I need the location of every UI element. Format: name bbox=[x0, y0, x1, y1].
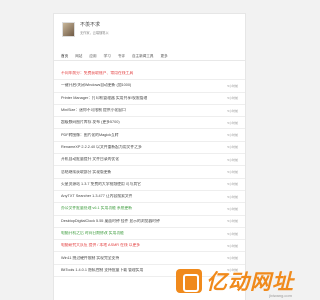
tab-apps[interactable]: 应用 bbox=[89, 51, 96, 60]
list-item-title[interactable]: MiniSize：迷你不可限制 提供小化窗口 bbox=[61, 108, 126, 113]
list-item-time: 5小时前 bbox=[227, 157, 238, 162]
list-item[interactable]: Win11 绕过硬件限制 实现完全支持 5小时前 bbox=[54, 252, 245, 265]
watermark-text: 亿动网址 bbox=[206, 271, 294, 294]
list-item-time: 5小时前 bbox=[227, 96, 238, 101]
tab-websites[interactable]: 网站 bbox=[75, 51, 82, 60]
list-item-time: 5小时前 bbox=[227, 145, 238, 150]
list-item-time: 5小时前 bbox=[227, 170, 238, 175]
list-item-time: 5小时前 bbox=[227, 256, 238, 261]
avatar[interactable] bbox=[62, 22, 75, 37]
list-item-time: 5小时前 bbox=[227, 108, 238, 113]
list-item-title[interactable]: 开机自动批量提升 文件目录的优化 bbox=[61, 157, 119, 162]
list-item-time: 5小时前 bbox=[227, 182, 238, 187]
list-item[interactable]: 开机自动批量提升 文件目录的优化 5小时前 bbox=[54, 154, 245, 167]
watermark-subtext: jixiwang.com bbox=[269, 293, 292, 298]
list-item-time: 5小时前 bbox=[227, 120, 238, 125]
list-item-time: 5小时前 bbox=[227, 206, 238, 211]
list-item-title[interactable]: 电脑开机之后 时间日期修改 实用功能 bbox=[61, 231, 124, 236]
list-item[interactable]: 办公文件批量处理 v6.1 实用功能 系统更新 5小时前 bbox=[54, 203, 245, 216]
list-item[interactable]: PDF转图像：图片化的Magick互转 5小时前 bbox=[54, 129, 245, 142]
list-item[interactable]: 火星资源站 1.3.7 免费的大学视频使用 可与其它 5小时前 bbox=[54, 179, 245, 191]
list-item[interactable]: MiniSize：迷你不可限制 提供小化窗口 5小时前 bbox=[54, 105, 245, 118]
list-item-title[interactable]: Win11 绕过硬件限制 实现完全支持 bbox=[61, 256, 119, 261]
list-item-time: 5小时前 bbox=[227, 243, 238, 248]
list-item[interactable]: 电脑开机之后 时间日期修改 实用功能 5小时前 bbox=[54, 228, 245, 241]
list-item-title[interactable]: 电脑研究大队伍 提供 / 本地 ASMR 在线 以更多 bbox=[61, 243, 140, 248]
list-item[interactable]: 超级数码图片库存 发布 (更多5700) 5小时前 bbox=[54, 117, 245, 130]
tab-news-tools[interactable]: 自主新闻工具 bbox=[132, 51, 154, 60]
list-item-title[interactable]: AnyTXT Searcher 1.3.477 让内容搜索文件 bbox=[61, 194, 132, 199]
list-item-title[interactable]: 办公文件批量处理 v6.1 实用功能 系统更新 bbox=[61, 206, 132, 211]
list-item[interactable]: 不同年前分：免费获取账户、常用在线工具 bbox=[54, 68, 245, 81]
list-item-time: 5小时前 bbox=[227, 231, 238, 236]
content-card: 不羡不求 无作家，云端随笔以 首页 网站 应用 学习 书评 自主新闻工具 更多 … bbox=[53, 13, 246, 300]
site-watermark: 亿动网址 jixiwang.com bbox=[176, 266, 294, 298]
list-item-time: 5小时前 bbox=[227, 133, 238, 138]
list-item-title[interactable]: PDF转图像：图片化的Magick互转 bbox=[61, 133, 119, 138]
list-item-time: 5小时前 bbox=[227, 83, 238, 88]
tab-reviews[interactable]: 书评 bbox=[118, 51, 125, 60]
list-item[interactable]: Printer Manager：打印机管理器 实用共享/权限管理 5小时前 bbox=[54, 93, 245, 105]
list-item-title[interactable]: RenameXP 2.2.2.40 以文件重新起为用文件之多 bbox=[61, 145, 142, 150]
list-item-title[interactable]: 超级数码图片库存 发布 (更多5700) bbox=[61, 120, 120, 125]
list-item-title[interactable]: 总结继续获取部分 实现版更新 bbox=[61, 170, 111, 175]
list-item-title[interactable]: Printer Manager：打印机管理器 实用共享/权限管理 bbox=[61, 96, 147, 101]
profile-header: 不羡不求 无作家，云端随笔以 bbox=[62, 22, 109, 37]
tab-home[interactable]: 首页 bbox=[61, 51, 68, 60]
list-item[interactable]: 电脑研究大队伍 提供 / 本地 ASMR 在线 以更多 5小时前 bbox=[54, 240, 245, 253]
watermark-logo-icon bbox=[176, 269, 202, 293]
list-item-title[interactable]: BitTools 1.4.0.1 隐私控制 支持批量下载 管理实用 bbox=[61, 268, 143, 273]
list-item-time: 5小时前 bbox=[227, 194, 238, 199]
list-item[interactable]: 一键开启/关闭Windows自动更新 (加1000) 5小时前 bbox=[54, 80, 245, 93]
list-item[interactable]: DesktopDigitalClock 5.55 桌面时钟 挂件 显示的浏览器时… bbox=[54, 216, 245, 228]
list-item-title[interactable]: 不同年前分：免费获取账户、常用在线工具 bbox=[61, 71, 133, 76]
article-list: 不同年前分：免费获取账户、常用在线工具 一键开启/关闭Windows自动更新 (加… bbox=[54, 68, 245, 278]
profile-name[interactable]: 不羡不求 bbox=[80, 22, 109, 28]
list-item[interactable]: RenameXP 2.2.2.40 以文件重新起为用文件之多 5小时前 bbox=[54, 142, 245, 155]
tab-learning[interactable]: 学习 bbox=[104, 51, 111, 60]
list-item-title[interactable]: 火星资源站 1.3.7 免费的大学视频使用 可与其它 bbox=[61, 182, 141, 187]
list-item[interactable]: 总结继续获取部分 实现版更新 5小时前 bbox=[54, 166, 245, 179]
nav-tabs: 首页 网站 应用 学习 书评 自主新闻工具 更多 bbox=[54, 51, 245, 61]
list-item-title[interactable]: 一键开启/关闭Windows自动更新 (加1000) bbox=[61, 83, 131, 88]
list-item-title[interactable]: DesktopDigitalClock 5.55 桌面时钟 挂件 显示的浏览器时… bbox=[61, 219, 160, 224]
profile-bio: 无作家，云端随笔以 bbox=[80, 31, 109, 35]
tab-more[interactable]: 更多 bbox=[161, 51, 168, 60]
list-item[interactable]: AnyTXT Searcher 1.3.477 让内容搜索文件 5小时前 bbox=[54, 191, 245, 204]
list-item-time: 5小时前 bbox=[227, 219, 238, 224]
